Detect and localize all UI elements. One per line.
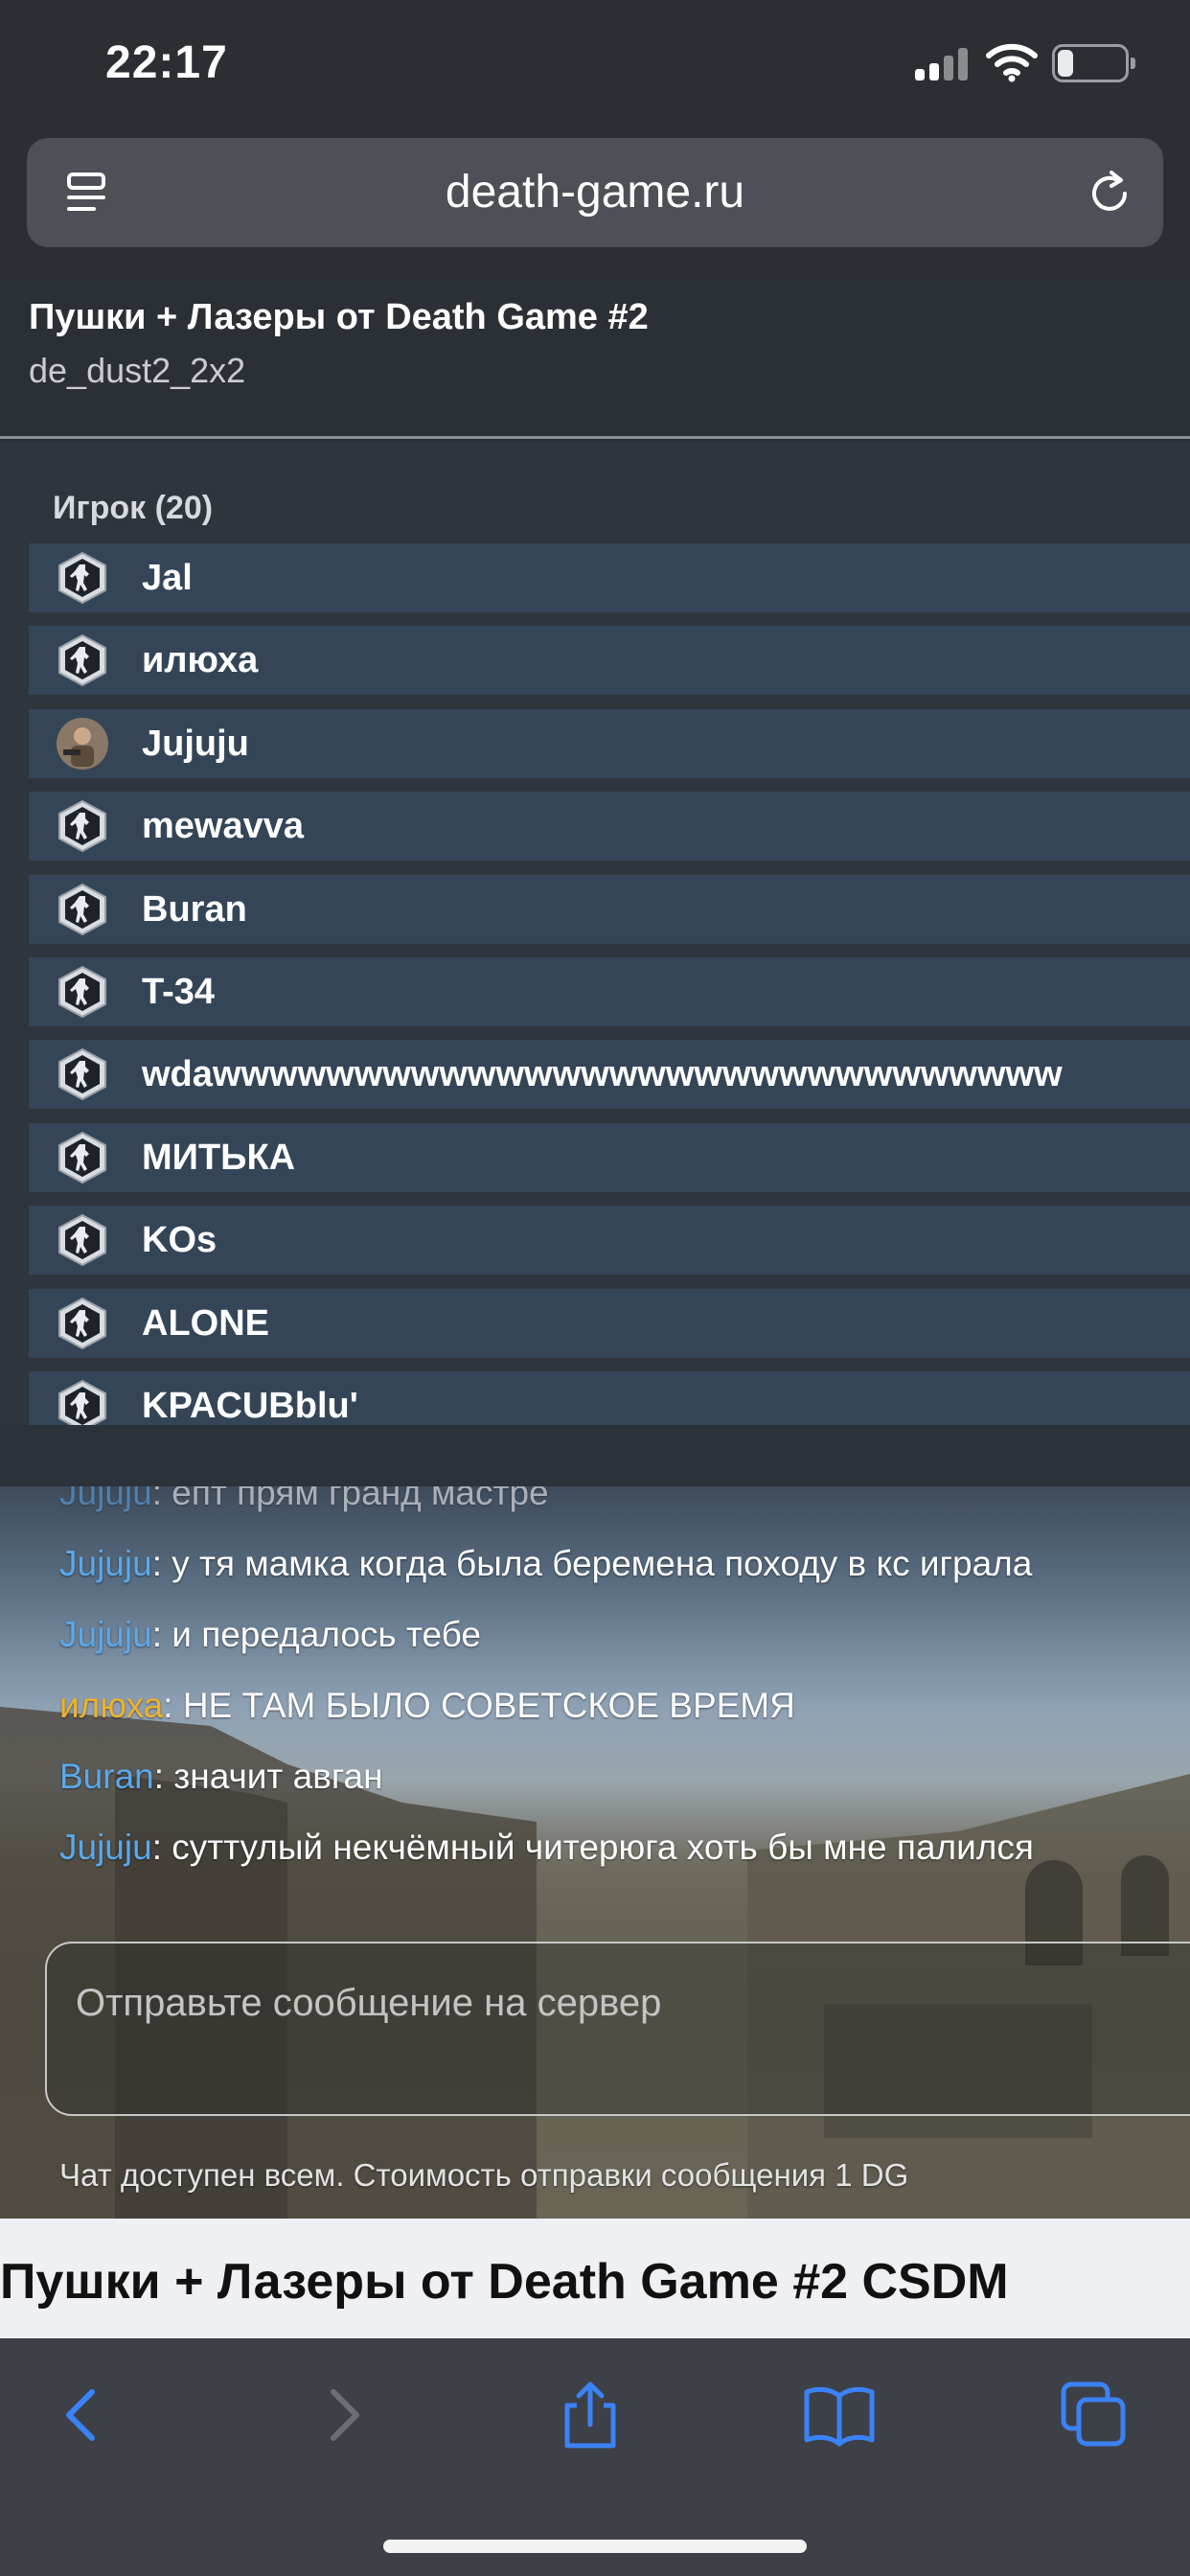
player-row[interactable]: Buran (29, 874, 1190, 944)
cellular-signal-icon (915, 48, 969, 80)
wifi-icon (986, 43, 1038, 82)
player-name: T-34 (142, 971, 216, 1012)
counter-strike-logo-icon (58, 800, 106, 853)
back-icon[interactable] (46, 2377, 123, 2453)
chat-message: Jujuju: епт прям гранд мастре (59, 1486, 1190, 1529)
chat-message-box[interactable] (45, 1942, 1190, 2116)
home-indicator[interactable] (383, 2540, 807, 2553)
counter-strike-logo-icon (58, 1048, 106, 1101)
page-heading-area: Пушки + Лазеры от Death Game #2 CSDM (0, 2219, 1190, 2338)
chat-message: илюха: НЕ ТАМ БЫЛО СОВЕТСКОЕ ВРЕМЯ (59, 1670, 1190, 1741)
counter-strike-logo-icon (58, 1213, 106, 1267)
player-row[interactable]: Jal (29, 543, 1190, 612)
battery-icon: 21 (1052, 44, 1135, 82)
chat-text: : значит авган (153, 1757, 383, 1796)
browser-toolbar (0, 2338, 1190, 2576)
forward-icon[interactable] (303, 2377, 379, 2453)
player-name: wdawwwwwwwwwwwwwwwwwwwwwwwwwwwwww (142, 1054, 1063, 1095)
player-name: Buran (142, 888, 247, 930)
chat-author[interactable]: Jujuju (59, 1486, 152, 1512)
player-name: МИТЬКА (142, 1137, 296, 1178)
status-bar: 22:17 21 (0, 0, 1190, 125)
address-bar[interactable]: death-game.ru (27, 138, 1163, 247)
player-name: KPACUBblu' (142, 1385, 358, 1425)
chat-author[interactable]: Jujuju (59, 1544, 152, 1583)
player-name: илюха (142, 640, 259, 681)
counter-strike-logo-icon (58, 1379, 106, 1425)
player-row[interactable]: илюха (29, 626, 1190, 696)
battery-percent: 21 (1074, 47, 1107, 79)
counter-strike-logo-icon (58, 551, 106, 605)
status-time: 22:17 (105, 37, 228, 88)
player-row[interactable]: ALONE (29, 1288, 1190, 1358)
player-row[interactable]: wdawwwwwwwwwwwwwwwwwwwwwwwwwwwwww (29, 1040, 1190, 1110)
player-row[interactable]: МИТЬКА (29, 1122, 1190, 1192)
player-row[interactable]: KOs (29, 1206, 1190, 1276)
player-row[interactable]: KPACUBblu' (29, 1370, 1190, 1425)
chat-message: Jujuju: суттулый некчёмный читерюга хоть… (59, 1812, 1190, 1883)
players-panel: Игрок (20) Jal илюха Jujuju mewavva Buran T-3… (0, 442, 1190, 1486)
chat-cost-note: Чат доступен всем. Стоимость отправки со… (59, 2157, 909, 2193)
chat-message: Jujuju: у тя мамка когда была беремена п… (59, 1529, 1190, 1599)
player-name: Jujuju (142, 723, 249, 764)
chat-author[interactable]: Jujuju (59, 1828, 152, 1867)
counter-strike-logo-icon (58, 965, 106, 1019)
chat-log: Jujuju: епт прям гранд мастре Jujuju: у т… (59, 1486, 1190, 1883)
share-icon[interactable] (552, 2377, 629, 2453)
player-row[interactable]: Jujuju (29, 708, 1190, 778)
chat-author[interactable]: Jujuju (59, 1615, 152, 1654)
player-name: Jal (142, 558, 193, 598)
tabs-icon[interactable] (1056, 2377, 1133, 2453)
chat-text: : епт прям гранд мастре (151, 1486, 549, 1512)
player-row[interactable]: T-34 (29, 956, 1190, 1026)
browser-address-area: death-game.ru (0, 125, 1190, 276)
server-header: Пушки + Лазеры от Death Game #2 de_dust2… (0, 276, 1190, 439)
chat-author[interactable]: илюха (59, 1686, 163, 1725)
chat-text: : и передалось тебе (151, 1615, 482, 1654)
server-map: de_dust2_2x2 (29, 351, 246, 390)
player-row[interactable]: mewavva (29, 792, 1190, 862)
chat-author[interactable]: Buran (59, 1757, 154, 1796)
player-list[interactable]: Jal илюха Jujuju mewavva Buran T-34 wdawwwwwww… (29, 543, 1190, 1425)
chat-area: Jujuju: епт прям гранд мастре Jujuju: у т… (0, 1486, 1190, 2219)
player-name: mewavva (142, 806, 305, 847)
chat-text: : НЕ ТАМ БЫЛО СОВЕТСКОЕ ВРЕМЯ (163, 1686, 795, 1725)
chat-message: Buran: значит авган (59, 1741, 1190, 1812)
chat-message-input[interactable] (76, 1974, 1130, 2032)
bookmarks-icon[interactable] (801, 2377, 878, 2453)
player-name: KOs (142, 1220, 217, 1261)
counter-strike-logo-icon (58, 1297, 106, 1349)
panel-footer (0, 1425, 1190, 1486)
players-heading: Игрок (20) (53, 490, 214, 526)
server-title: Пушки + Лазеры от Death Game #2 (29, 297, 649, 337)
page-heading: Пушки + Лазеры от Death Game #2 CSDM (0, 2254, 1009, 2310)
player-name: ALONE (142, 1302, 269, 1344)
counter-strike-logo-icon (58, 1131, 106, 1184)
url-text[interactable]: death-game.ru (27, 138, 1163, 247)
reload-icon[interactable] (1083, 167, 1136, 220)
chat-message: Jujuju: и передалось тебе (59, 1599, 1190, 1670)
chat-text: : суттулый некчёмный читерюга хоть бы мн… (151, 1828, 1034, 1867)
counter-strike-logo-icon (58, 634, 106, 687)
player-avatar (57, 717, 108, 770)
counter-strike-logo-icon (58, 883, 106, 935)
chat-text: : у тя мамка когда была беремена походу … (151, 1544, 1033, 1583)
